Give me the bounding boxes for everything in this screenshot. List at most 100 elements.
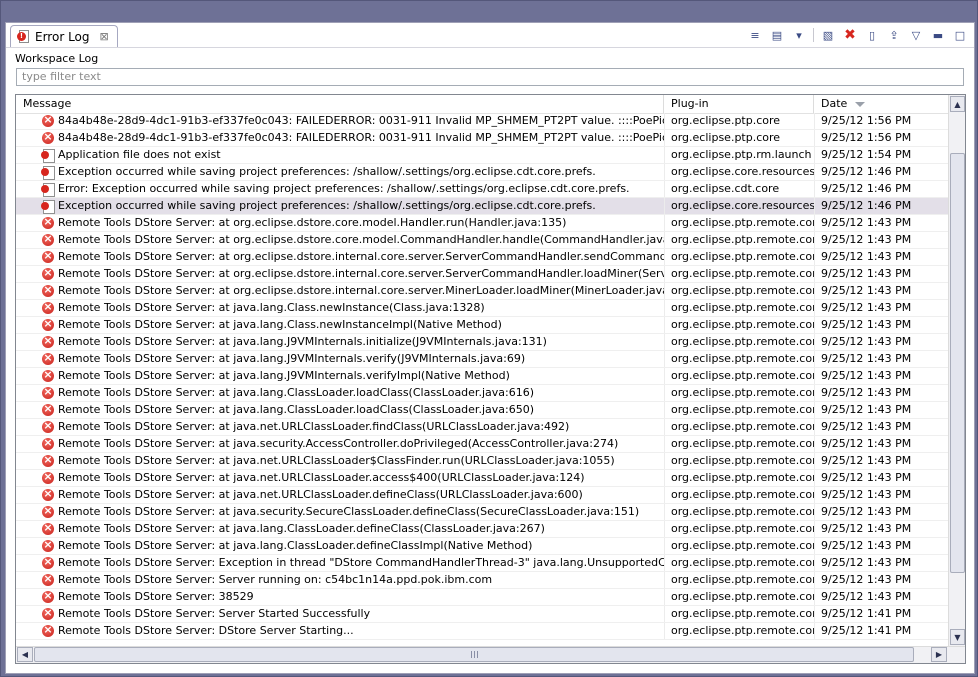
table-row[interactable]: Remote Tools DStore Server: DStore Serve… — [16, 623, 948, 640]
plugin-cell: org.eclipse.ptp.remote.core — [664, 453, 814, 469]
plugin-cell: org.eclipse.ptp.remote.core — [664, 521, 814, 537]
close-tab-icon[interactable]: ⊠ — [100, 30, 109, 43]
table-row[interactable]: Remote Tools DStore Server: at org.eclip… — [16, 283, 948, 300]
plugin-cell: org.eclipse.ptp.remote.core — [664, 351, 814, 367]
date-cell: 9/25/12 1:54 PM — [814, 147, 948, 163]
table-row[interactable]: Remote Tools DStore Server: at org.eclip… — [16, 232, 948, 249]
scroll-left-icon[interactable]: ◀ — [17, 647, 33, 662]
table-row[interactable]: Remote Tools DStore Server: at java.lang… — [16, 385, 948, 402]
horizontal-scroll-thumb[interactable] — [34, 647, 914, 662]
table-row[interactable]: Remote Tools DStore Server: at java.lang… — [16, 317, 948, 334]
message-text: Remote Tools DStore Server: at java.lang… — [58, 318, 502, 331]
scroll-up-icon[interactable]: ▲ — [950, 96, 965, 112]
date-cell: 9/25/12 1:46 PM — [814, 181, 948, 197]
column-header-message[interactable]: Message — [16, 95, 664, 113]
message-text: Error: Exception occurred while saving p… — [58, 182, 630, 195]
table-row[interactable]: Remote Tools DStore Server: at java.lang… — [16, 334, 948, 351]
minimize-icon[interactable]: ▬ — [930, 27, 946, 43]
message-cell: Application file does not exist — [38, 147, 664, 163]
table-row[interactable]: Application file does not exist org.eclip… — [16, 147, 948, 164]
error-icon — [42, 334, 54, 349]
table-row[interactable]: Exception occurred while saving project … — [16, 198, 948, 215]
table-row[interactable]: Error: Exception occurred while saving p… — [16, 181, 948, 198]
date-cell: 9/25/12 1:43 PM — [814, 334, 948, 350]
plugin-cell: org.eclipse.cdt.core — [664, 181, 814, 197]
date-cell: 9/25/12 1:43 PM — [814, 368, 948, 384]
dropdown-icon[interactable]: ▾ — [791, 27, 807, 43]
message-text: Remote Tools DStore Server: at org.eclip… — [58, 267, 664, 280]
message-text: Remote Tools DStore Server: at org.eclip… — [58, 216, 567, 229]
message-text: Remote Tools DStore Server: at java.secu… — [58, 505, 640, 518]
date-cell: 9/25/12 1:43 PM — [814, 317, 948, 333]
filter-input[interactable]: type filter text — [16, 68, 964, 86]
vertical-scroll-thumb[interactable] — [950, 153, 965, 573]
view-toolbar: ≡ ▤ ▾ ▧ ✖ ▯ ⇪ ▽ ▬ □ — [747, 27, 968, 43]
table-row[interactable]: Remote Tools DStore Server: at org.eclip… — [16, 249, 948, 266]
table-row[interactable]: Remote Tools DStore Server: 38529 org.ecl… — [16, 589, 948, 606]
table-row[interactable]: Remote Tools DStore Server: at org.eclip… — [16, 215, 948, 232]
table-row[interactable]: Remote Tools DStore Server: at org.eclip… — [16, 266, 948, 283]
export-log-icon[interactable]: ≡ — [747, 27, 763, 43]
table-row[interactable]: Remote Tools DStore Server: at java.net.… — [16, 487, 948, 504]
workspace-log-title: Workspace Log — [15, 52, 99, 65]
error-icon — [42, 419, 54, 434]
sort-descending-icon — [855, 101, 866, 107]
error-log-entry-icon — [41, 166, 55, 180]
message-cell: Remote Tools DStore Server: at java.lang… — [38, 300, 664, 316]
grip-line — [474, 651, 475, 658]
table-row[interactable]: Remote Tools DStore Server: at java.secu… — [16, 436, 948, 453]
message-text: Remote Tools DStore Server: at java.lang… — [58, 539, 533, 552]
date-cell: 9/25/12 1:43 PM — [814, 266, 948, 282]
plugin-cell: org.eclipse.ptp.remote.core — [664, 555, 814, 571]
table-row[interactable]: 84a4b48e-28d9-4dc1-91b3-ef337fe0c043: FA… — [16, 130, 948, 147]
table-row[interactable]: 84a4b48e-28d9-4dc1-91b3-ef337fe0c043: FA… — [16, 113, 948, 130]
clear-log-viewer-icon[interactable]: ▧ — [820, 27, 836, 43]
vertical-scrollbar[interactable]: ▲ ▼ — [948, 95, 965, 646]
table-row[interactable]: Remote Tools DStore Server: Exception in… — [16, 555, 948, 572]
maximize-icon[interactable]: □ — [952, 27, 968, 43]
scroll-right-icon[interactable]: ▶ — [931, 647, 947, 662]
error-icon — [42, 538, 54, 553]
message-text: Remote Tools DStore Server: at java.lang… — [58, 522, 545, 535]
toolbar-separator — [813, 28, 814, 42]
error-icon — [42, 283, 54, 298]
table-row[interactable]: Remote Tools DStore Server: at java.lang… — [16, 300, 948, 317]
delete-log-icon[interactable]: ✖ — [842, 27, 858, 43]
message-text: Remote Tools DStore Server: at java.lang… — [58, 301, 485, 314]
table-row[interactable]: Remote Tools DStore Server: at java.net.… — [16, 419, 948, 436]
horizontal-scrollbar[interactable]: ◀ ▶ — [16, 646, 965, 663]
message-text: Remote Tools DStore Server: at java.lang… — [58, 352, 526, 365]
table-row[interactable]: Remote Tools DStore Server: at java.lang… — [16, 351, 948, 368]
error-icon — [42, 589, 54, 604]
scroll-down-icon[interactable]: ▼ — [950, 629, 965, 645]
table-row[interactable]: Remote Tools DStore Server: at java.net.… — [16, 453, 948, 470]
table-row[interactable]: Remote Tools DStore Server: at java.lang… — [16, 402, 948, 419]
date-cell: 9/25/12 1:56 PM — [814, 113, 948, 129]
date-cell: 9/25/12 1:43 PM — [814, 232, 948, 248]
restore-log-icon[interactable]: ⇪ — [886, 27, 902, 43]
plugin-cell: org.eclipse.ptp.remote.core — [664, 572, 814, 588]
tab-label: Error Log — [35, 29, 90, 44]
open-log-icon[interactable]: ▯ — [864, 27, 880, 43]
table-row[interactable]: Remote Tools DStore Server: at java.lang… — [16, 521, 948, 538]
table-row[interactable]: Remote Tools DStore Server: Server Start… — [16, 606, 948, 623]
table-row[interactable]: Exception occurred while saving project … — [16, 164, 948, 181]
date-cell: 9/25/12 1:43 PM — [814, 283, 948, 299]
table-row[interactable]: Remote Tools DStore Server: at java.net.… — [16, 470, 948, 487]
import-log-icon[interactable]: ▤ — [769, 27, 785, 43]
column-header-date[interactable]: Date — [814, 95, 948, 113]
error-icon — [42, 249, 54, 264]
table-row[interactable]: Remote Tools DStore Server: at java.secu… — [16, 504, 948, 521]
message-cell: Remote Tools DStore Server: at java.lang… — [38, 385, 664, 401]
table-row[interactable]: Remote Tools DStore Server: Server runni… — [16, 572, 948, 589]
tab-error-log[interactable]: ! Error Log ⊠ — [10, 25, 118, 47]
column-header-plugin[interactable]: Plug-in — [664, 95, 814, 113]
message-cell: Remote Tools DStore Server: Server Start… — [38, 606, 664, 622]
table-row[interactable]: Remote Tools DStore Server: at java.lang… — [16, 368, 948, 385]
error-log-entry-icon — [41, 149, 55, 163]
view-menu-icon[interactable]: ▽ — [908, 27, 924, 43]
message-cell: Exception occurred while saving project … — [38, 164, 664, 180]
message-cell: Remote Tools DStore Server: Server runni… — [38, 572, 664, 588]
table-row[interactable]: Remote Tools DStore Server: at java.lang… — [16, 538, 948, 555]
message-cell: Remote Tools DStore Server: at java.lang… — [38, 317, 664, 333]
